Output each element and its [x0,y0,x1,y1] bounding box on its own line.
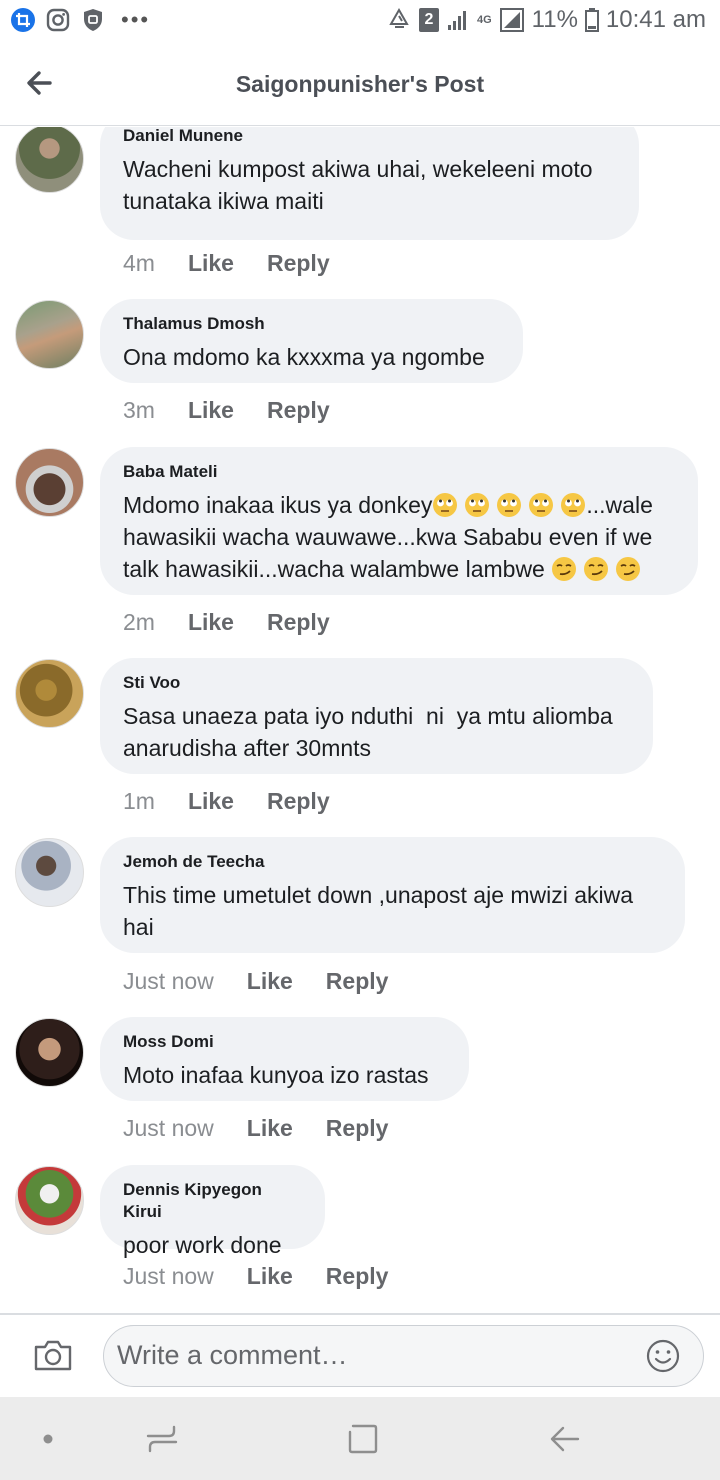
avatar[interactable] [15,1018,84,1087]
system-nav-bar [0,1397,720,1480]
back-icon[interactable] [548,1422,582,1456]
reply-button[interactable]: Reply [326,1263,389,1290]
clock: 10:41 am [605,6,706,33]
reply-button[interactable]: Reply [326,1115,389,1142]
more-notifications-icon: ••• [121,7,151,32]
comment-bubble[interactable]: Baba Mateli Mdomo inakaa ikus ya donkey.… [100,447,698,595]
smirk-emoji-icon [552,557,577,581]
smirk-emoji-icon [616,557,641,581]
smiley-icon[interactable] [645,1338,681,1374]
status-bar-notifications: ••• [10,7,150,33]
rolling-eyes-emoji-icon [465,493,490,517]
comment-time: Just now [123,1263,214,1289]
comment-author[interactable]: Sti Voo [123,672,631,694]
post-header: Saigonpunisher's Post [0,44,720,126]
status-bar-system: 2 4G 11% 10:41 am [386,6,706,34]
comment-author[interactable]: Daniel Munene [123,127,617,147]
reply-button[interactable]: Reply [267,788,330,815]
comment-text: Wacheni kumpost akiwa uhai, wekeleeni mo… [123,156,599,214]
comment-author[interactable]: Baba Mateli [123,461,676,483]
sim-badge: 2 [418,8,439,32]
comment-time: 4m [123,250,155,276]
comment-text: poor work done [123,1232,282,1258]
comment-actions: Just now Like Reply [123,968,388,995]
comment-input[interactable]: Write a comment… [103,1325,704,1387]
recycle-icon [389,7,409,28]
shield-app-icon [84,9,102,31]
signal-icon [447,11,466,30]
comment-time: 2m [123,609,155,635]
rolling-eyes-emoji-icon [433,493,458,517]
rolling-eyes-emoji-icon [529,493,554,517]
comment-list[interactable]: Daniel Munene Wacheni kumpost akiwa uhai… [0,127,720,1313]
reply-button[interactable]: Reply [267,609,330,636]
home-icon[interactable] [346,1422,380,1456]
comment-actions: Just now Like Reply [123,1263,388,1290]
avatar[interactable] [15,448,84,517]
comment-author[interactable]: Dennis Kipyegon Kirui [123,1179,303,1223]
status-bar: ••• 2 4G 11% 10:41 am [0,0,720,44]
like-button[interactable]: Like [247,1115,293,1142]
comment-bubble[interactable]: Jemoh de Teecha This time umetulet down … [100,837,685,953]
comment-text: This time umetulet down ,unapost aje mwi… [123,882,640,940]
battery-percent: 11% [531,6,578,33]
smirk-emoji-icon [584,557,609,581]
comment-bubble[interactable]: Sti Voo Sasa unaeza pata iyo nduthi ni y… [100,658,653,774]
like-button[interactable]: Like [188,397,234,424]
network-type: 4G [476,13,492,26]
comment-text: Sasa unaeza pata iyo nduthi ni ya mtu al… [123,703,620,761]
avatar[interactable] [15,659,84,728]
battery-icon [584,8,599,32]
rolling-eyes-emoji-icon [497,493,522,517]
avatar[interactable] [15,127,84,193]
crop-app-icon [11,8,35,32]
comment-actions: 3m Like Reply [123,397,330,424]
comment-text: Moto inafaa kunyoa izo rastas [123,1062,429,1088]
comment-text: Ona mdomo ka kxxxma ya ngombe [123,344,485,370]
comment-bubble[interactable]: Daniel Munene Wacheni kumpost akiwa uhai… [100,127,639,240]
like-button[interactable]: Like [247,968,293,995]
comment-composer: Write a comment… [0,1313,720,1395]
comment-time: 1m [123,788,155,814]
comment-author[interactable]: Moss Domi [123,1031,447,1053]
reply-button[interactable]: Reply [326,968,389,995]
comment-author[interactable]: Thalamus Dmosh [123,313,501,335]
recent-apps-icon[interactable] [145,1422,179,1456]
page-title: Saigonpunisher's Post [235,71,485,97]
comment-author[interactable]: Jemoh de Teecha [123,851,663,873]
signal-box-icon [499,8,524,32]
comment-actions: 2m Like Reply [123,609,330,636]
comment-text-part: Mdomo inakaa ikus ya donkey [123,492,433,518]
like-button[interactable]: Like [188,250,234,277]
like-button[interactable]: Like [188,609,234,636]
instagram-icon [46,8,70,32]
comment-time: Just now [123,968,214,994]
avatar[interactable] [15,300,84,369]
comment-text: Mdomo inakaa ikus ya donkey ...wale hawas… [123,489,676,585]
comment-bubble[interactable]: Moss Domi Moto inafaa kunyoa izo rastas [100,1017,469,1101]
rolling-eyes-emoji-icon [561,493,586,517]
reply-button[interactable]: Reply [267,250,330,277]
avatar[interactable] [15,1166,84,1235]
like-button[interactable]: Like [247,1263,293,1290]
comment-time: Just now [123,1115,214,1141]
comment-bubble[interactable]: Thalamus Dmosh Ona mdomo ka kxxxma ya ng… [100,299,523,383]
dot-icon[interactable] [31,1422,65,1456]
camera-icon[interactable] [32,1337,74,1373]
comment-bubble[interactable]: Dennis Kipyegon Kirui poor work done [100,1165,325,1258]
comment-input-placeholder: Write a comment… [117,1340,348,1370]
comment-time: 3m [123,397,155,423]
avatar[interactable] [15,838,84,907]
like-button[interactable]: Like [188,788,234,815]
comment-actions: 1m Like Reply [123,788,330,815]
reply-button[interactable]: Reply [267,397,330,424]
comment-actions: Just now Like Reply [123,1115,388,1142]
comment-actions: 4m Like Reply [123,250,330,277]
